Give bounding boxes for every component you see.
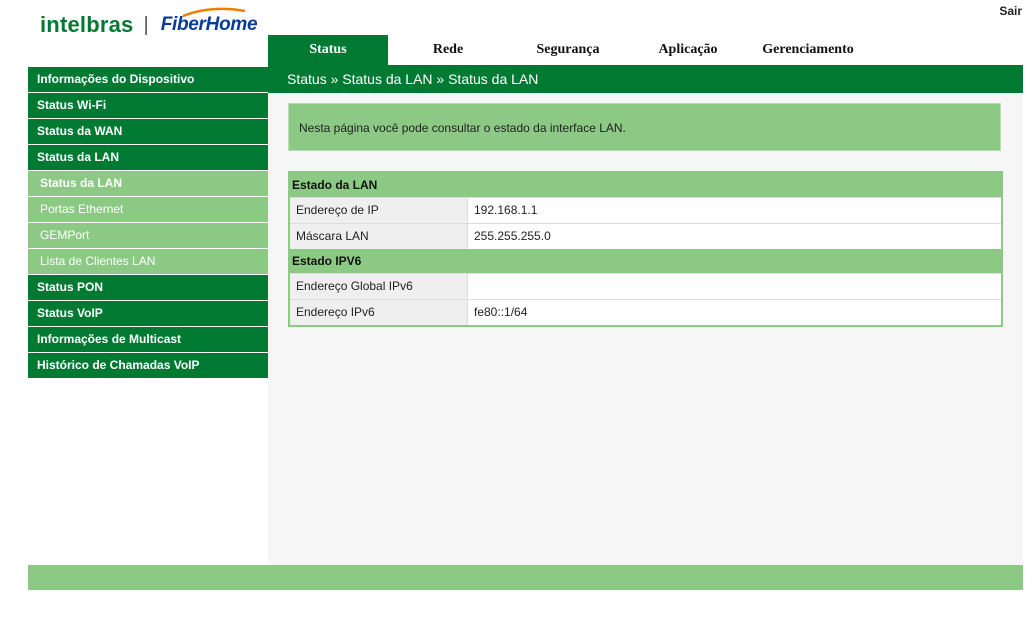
sidebar: Informações do Dispositivo Status Wi-Fi … [28, 67, 268, 379]
sidebar-subitem-lan-status[interactable]: Status da LAN [28, 171, 268, 196]
sidebar-subitem-gemport[interactable]: GEMPort [28, 223, 268, 248]
tab-status[interactable]: Status [268, 35, 388, 65]
table-row: Endereço Global IPv6 [290, 273, 1001, 299]
sidebar-item-wifi-status[interactable]: Status Wi-Fi [28, 93, 268, 118]
logo-divider: | [143, 13, 149, 36]
sidebar-subitem-lan-clients[interactable]: Lista de Clientes LAN [28, 249, 268, 274]
row-label: Endereço Global IPv6 [290, 274, 468, 299]
row-label: Endereço IPv6 [290, 300, 468, 325]
fiberhome-logo-text: FiberHome [160, 14, 258, 35]
intelbras-logo: intelbras [40, 12, 134, 37]
row-value: 255.255.255.0 [468, 224, 1001, 249]
brand-logo: intelbras | FiberHome [40, 7, 258, 40]
table-row: Endereço IPv6 fe80::1/64 [290, 299, 1001, 325]
row-label: Endereço de IP [290, 198, 468, 223]
row-value: 192.168.1.1 [468, 198, 1001, 223]
page-description: Nesta página você pode consultar o estad… [288, 103, 1001, 151]
sidebar-item-wan-status[interactable]: Status da WAN [28, 119, 268, 144]
footer-bar [28, 565, 1023, 590]
sidebar-item-voip-call-history[interactable]: Histórico de Chamadas VoIP [28, 353, 268, 378]
logout-link[interactable]: Sair [999, 4, 1022, 18]
sidebar-item-multicast-info[interactable]: Informações de Multicast [28, 327, 268, 352]
section-header-lan: Estado da LAN [290, 173, 1001, 197]
tab-gerenciamento[interactable]: Gerenciamento [748, 35, 868, 65]
table-row: Máscara LAN 255.255.255.0 [290, 223, 1001, 249]
tab-seguranca[interactable]: Segurança [508, 35, 628, 65]
row-value: fe80::1/64 [468, 300, 1001, 325]
content-area [268, 93, 1023, 565]
top-navigation: Status Rede Segurança Aplicação Gerencia… [268, 35, 1023, 65]
section-header-ipv6: Estado IPV6 [290, 249, 1001, 273]
fiberhome-swoosh-icon [182, 7, 245, 17]
sidebar-item-voip-status[interactable]: Status VoIP [28, 301, 268, 326]
sidebar-subitem-ethernet-ports[interactable]: Portas Ethernet [28, 197, 268, 222]
sidebar-item-pon-status[interactable]: Status PON [28, 275, 268, 300]
breadcrumb: Status » Status da LAN » Status da LAN [287, 71, 539, 87]
tab-aplicacao[interactable]: Aplicação [628, 35, 748, 65]
row-value [468, 274, 1001, 299]
lan-status-table: Estado da LAN Endereço de IP 192.168.1.1… [288, 171, 1003, 327]
tab-rede[interactable]: Rede [388, 35, 508, 65]
fiberhome-logo: FiberHome [160, 7, 258, 36]
sidebar-item-device-info[interactable]: Informações do Dispositivo [28, 67, 268, 92]
table-row: Endereço de IP 192.168.1.1 [290, 197, 1001, 223]
sidebar-item-lan-status[interactable]: Status da LAN [28, 145, 268, 170]
row-label: Máscara LAN [290, 224, 468, 249]
